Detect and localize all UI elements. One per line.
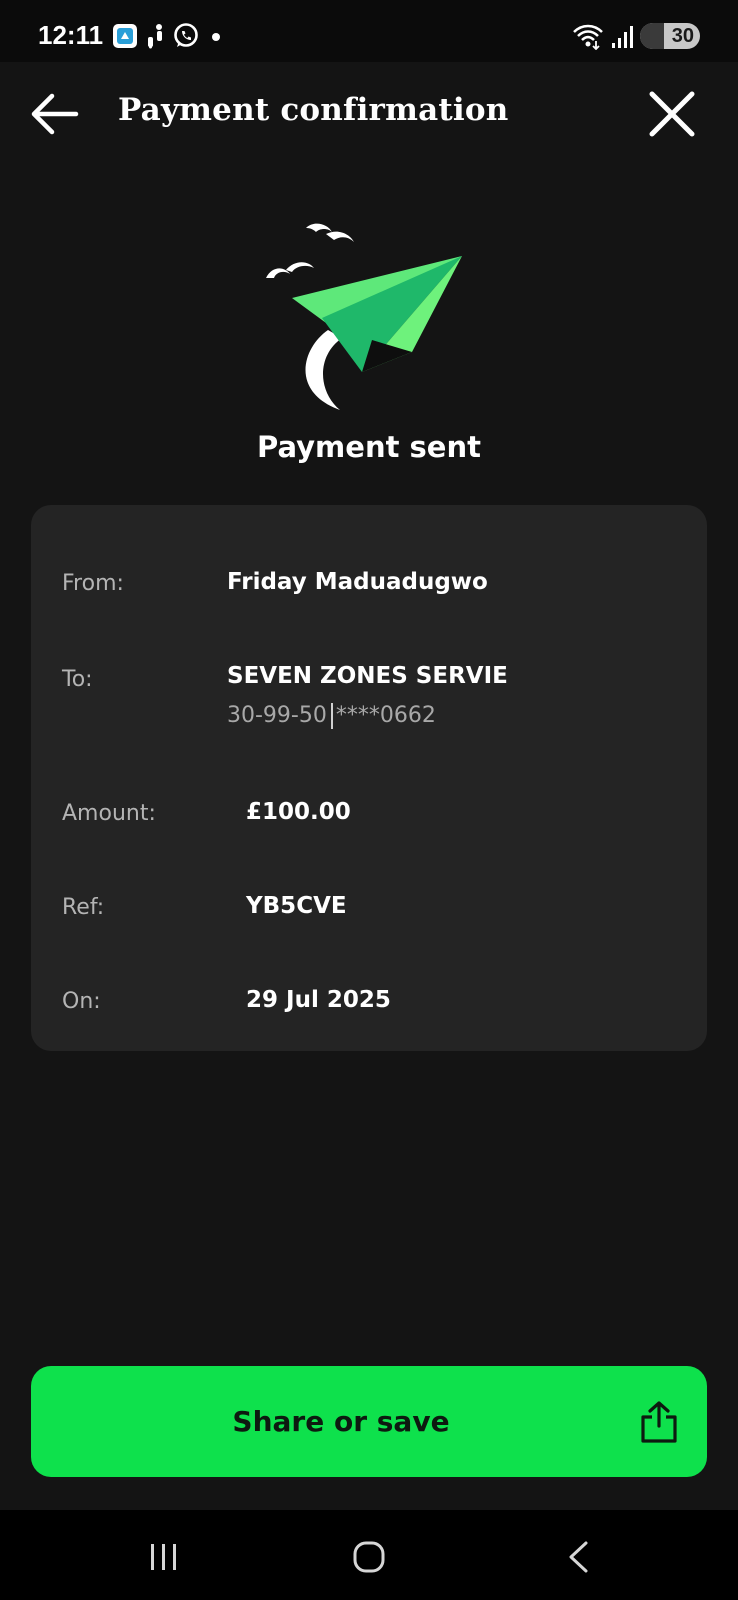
system-nav-bar bbox=[0, 1510, 738, 1600]
amount-label: Amount: bbox=[62, 801, 156, 826]
status-time: 12:11 bbox=[38, 20, 104, 50]
to-name: SEVEN ZONES SERVIE bbox=[227, 663, 508, 689]
home-icon[interactable] bbox=[352, 1540, 386, 1574]
separator bbox=[330, 703, 333, 729]
paper-plane-icon bbox=[266, 223, 462, 410]
to-label: To: bbox=[62, 667, 93, 692]
to-sort-code: 30-99-50 bbox=[227, 703, 327, 728]
amount-value: £100.00 bbox=[246, 799, 351, 825]
ref-value: YB5CVE bbox=[246, 893, 347, 919]
moon-icon bbox=[305, 330, 342, 410]
battery-fill bbox=[640, 23, 664, 49]
bird-icon bbox=[326, 231, 354, 242]
date-value: 29 Jul 2025 bbox=[246, 987, 391, 1013]
battery-level: 30 bbox=[671, 24, 694, 47]
page-title: Payment confirmation bbox=[118, 92, 509, 128]
wifi-icon bbox=[573, 24, 603, 50]
from-value: Friday Maduadugwo bbox=[227, 569, 488, 595]
to-account-details: 30-99-50 ****0662 bbox=[227, 703, 436, 729]
bird-icon bbox=[286, 262, 314, 272]
recents-icon[interactable] bbox=[148, 1542, 180, 1572]
from-label: From: bbox=[62, 571, 124, 596]
status-notification-icons bbox=[112, 22, 226, 50]
payment-details-card: From: Friday Maduadugwo To: SEVEN ZONES … bbox=[31, 505, 707, 1051]
to-account-number: ****0662 bbox=[335, 703, 436, 728]
share-icon bbox=[641, 1401, 677, 1443]
share-button-label: Share or save bbox=[232, 1405, 450, 1438]
running-icon bbox=[148, 24, 162, 49]
status-system-icons: 30 bbox=[572, 21, 700, 51]
dot-icon bbox=[212, 33, 220, 41]
battery-icon: 30 bbox=[640, 23, 700, 49]
ref-label: Ref: bbox=[62, 895, 105, 920]
app-notification-icon bbox=[113, 24, 137, 48]
whatsapp-icon bbox=[174, 23, 198, 47]
bird-icon bbox=[306, 223, 332, 232]
payment-status-heading: Payment sent bbox=[257, 430, 481, 464]
signal-icon bbox=[612, 26, 633, 48]
status-bar: 12:11 30 bbox=[0, 0, 738, 62]
share-or-save-button[interactable]: Share or save bbox=[31, 1366, 707, 1477]
app-header: Payment confirmation bbox=[0, 62, 738, 162]
close-icon[interactable] bbox=[646, 88, 698, 140]
arrow-left-icon[interactable] bbox=[28, 88, 80, 140]
back-icon[interactable] bbox=[566, 1540, 590, 1574]
on-label: On: bbox=[62, 989, 101, 1014]
